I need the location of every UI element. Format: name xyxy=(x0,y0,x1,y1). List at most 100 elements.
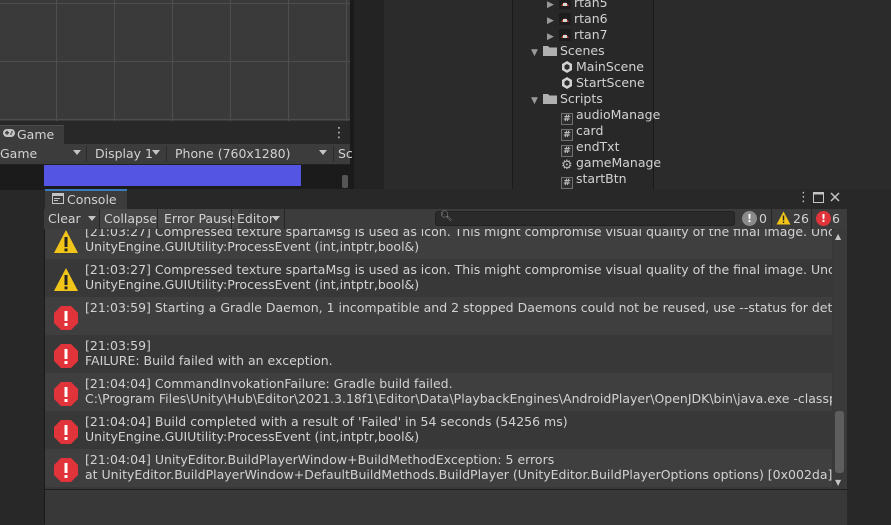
scrollbar-thumb[interactable] xyxy=(835,411,844,473)
game-scrollbar[interactable] xyxy=(342,175,348,188)
tree-item-label: startBtn xyxy=(576,171,627,186)
log-row[interactable]: [21:04:04] UnityEditor.BuildPlayerWindow… xyxy=(45,449,832,487)
info-icon: ! xyxy=(742,211,757,226)
console-tab-bar xyxy=(44,189,847,210)
tree-item-startbtn[interactable]: # startBtn xyxy=(545,171,661,189)
tree-item-card[interactable]: # card xyxy=(545,123,661,141)
console-icon xyxy=(52,193,64,204)
log-row[interactable]: [21:04:04] CommandInvokationFailure: Gra… xyxy=(45,373,832,411)
sprite-icon xyxy=(559,13,571,25)
log-list: [21:03:27] Compressed texture spartaMsg … xyxy=(45,229,832,489)
toolbar-divider xyxy=(811,209,812,229)
sprite-icon xyxy=(559,29,571,41)
log-row[interactable]: [21:03:27] Compressed texture spartaMsg … xyxy=(45,259,832,297)
log-message: [21:03:59] xyxy=(85,338,151,353)
tree-item-label: audioManage xyxy=(576,107,661,122)
display-dropdown[interactable]: Display 1 xyxy=(95,146,153,161)
error-icon: ! xyxy=(816,211,831,226)
scroll-down-icon[interactable]: ▼ xyxy=(835,478,841,487)
game-menu-icon[interactable]: ⋮ xyxy=(332,125,346,141)
sprite-icon xyxy=(559,0,571,9)
project-tree: ▶ rtan5 ▶ rtan6 ▶ rtan7 ▼ Scenes MainScene S… xyxy=(531,0,662,189)
warning-icon xyxy=(776,211,791,225)
toolbar-divider xyxy=(157,209,158,229)
toolbar-divider xyxy=(86,146,87,162)
tree-item-audiomanager[interactable]: # audioManage xyxy=(545,107,661,125)
log-row[interactable]: [21:03:27] Compressed texture spartaMsg … xyxy=(45,229,832,259)
log-stacktrace: UnityEngine.GUIUtility:ProcessEvent (int… xyxy=(85,429,420,444)
toolbar-divider xyxy=(231,209,232,229)
tree-item-label: endTxt xyxy=(576,139,620,154)
collapse-arrow-icon[interactable]: ▼ xyxy=(531,48,543,58)
log-message: [21:04:04] UnityEditor.BuildPlayerWindow… xyxy=(85,452,555,467)
tree-item-label: rtan7 xyxy=(574,27,608,42)
search-icon: 🔍︎ xyxy=(440,211,453,222)
error-icon xyxy=(54,344,78,368)
project-assets-pane xyxy=(653,0,891,190)
log-detail-pane[interactable] xyxy=(45,489,847,525)
tree-item-rtan7[interactable]: ▶ rtan7 xyxy=(545,27,661,43)
error-count[interactable]: 6 xyxy=(832,211,840,226)
toolbar-divider xyxy=(166,146,167,162)
resolution-dropdown[interactable]: Phone (760x1280) xyxy=(175,146,291,161)
scale-label[interactable]: Sc xyxy=(338,146,353,161)
tree-item-label: card xyxy=(576,123,604,138)
game-mode-dropdown[interactable]: Game xyxy=(0,146,37,161)
chevron-down-icon xyxy=(73,150,81,155)
expand-arrow-icon[interactable]: ▶ xyxy=(547,16,559,26)
tree-item-rtan6[interactable]: ▶ rtan6 xyxy=(545,11,661,27)
log-stacktrace: C:\Program Files\Unity\Hub\Editor\2021.3… xyxy=(85,391,832,406)
more-options-icon[interactable]: ⋮ xyxy=(797,190,810,205)
warning-count[interactable]: 26 xyxy=(793,211,809,226)
search-input[interactable] xyxy=(435,211,735,226)
game-tab-label: Game xyxy=(17,127,55,142)
tree-item-endtxt[interactable]: # endTxt xyxy=(545,139,661,157)
collapse-arrow-icon[interactable]: ▼ xyxy=(531,96,543,106)
folder-icon xyxy=(543,46,557,56)
log-message: [21:03:27] Compressed texture spartaMsg … xyxy=(85,262,832,277)
toolbar-divider xyxy=(333,146,334,162)
toolbar-divider xyxy=(771,209,772,229)
panel-gap xyxy=(354,0,384,190)
game-render-area xyxy=(44,165,301,186)
warning-icon xyxy=(54,268,78,291)
error-icon xyxy=(54,458,78,482)
tree-item-scripts-folder[interactable]: ▼ Scripts xyxy=(531,91,661,107)
tree-item-scenes-folder[interactable]: ▼ Scenes xyxy=(531,43,661,59)
error-icon xyxy=(54,306,78,330)
warning-icon xyxy=(54,230,78,253)
tree-item-gamemanager[interactable]: ⚙ gameManage xyxy=(545,155,662,172)
clear-button[interactable]: Clear xyxy=(44,209,85,228)
log-stacktrace: FAILURE: Build failed with an exception. xyxy=(85,353,333,368)
expand-arrow-icon[interactable]: ▶ xyxy=(547,32,559,42)
scene-view-grid[interactable] xyxy=(0,0,350,121)
tree-item-label: rtan6 xyxy=(574,11,608,26)
info-count[interactable]: 0 xyxy=(759,211,767,226)
clear-options-chevron-icon[interactable] xyxy=(88,216,96,221)
log-message: [21:04:04] CommandInvokationFailure: Gra… xyxy=(85,376,453,391)
script-icon: # xyxy=(561,177,573,189)
chevron-down-icon xyxy=(272,216,280,221)
scroll-up-icon[interactable]: ▲ xyxy=(835,232,841,241)
close-icon[interactable] xyxy=(830,192,840,202)
error-pause-toggle[interactable]: Error Pause xyxy=(160,209,240,228)
tree-item-label: Scenes xyxy=(560,43,605,58)
log-stacktrace: at UnityEditor.BuildPlayerWindow+Default… xyxy=(85,467,832,482)
log-row[interactable]: [21:04:04] Build completed with a result… xyxy=(45,411,832,449)
log-row[interactable]: [21:03:59] FAILURE: Build failed with an… xyxy=(45,335,832,373)
expand-arrow-icon[interactable]: ▶ xyxy=(547,0,559,10)
log-message: [21:03:59] Starting a Gradle Daemon, 1 i… xyxy=(85,300,832,315)
tree-item-rtan5[interactable]: ▶ rtan5 xyxy=(545,0,661,11)
toolbar-divider xyxy=(284,209,285,229)
tree-item-label: rtan5 xyxy=(574,0,608,10)
maximize-icon[interactable] xyxy=(813,192,824,203)
log-row[interactable]: [21:03:59] Starting a Gradle Daemon, 1 i… xyxy=(45,297,832,335)
unity-scene-icon xyxy=(562,61,572,73)
error-icon xyxy=(54,420,78,444)
tree-item-mainscene[interactable]: MainScene xyxy=(545,59,661,75)
tree-item-label: gameManage xyxy=(576,155,662,170)
error-icon xyxy=(54,382,78,406)
collapse-toggle[interactable]: Collapse xyxy=(100,209,162,228)
console-tab-label: Console xyxy=(67,192,117,207)
tree-item-startscene[interactable]: StartScene xyxy=(545,75,661,91)
